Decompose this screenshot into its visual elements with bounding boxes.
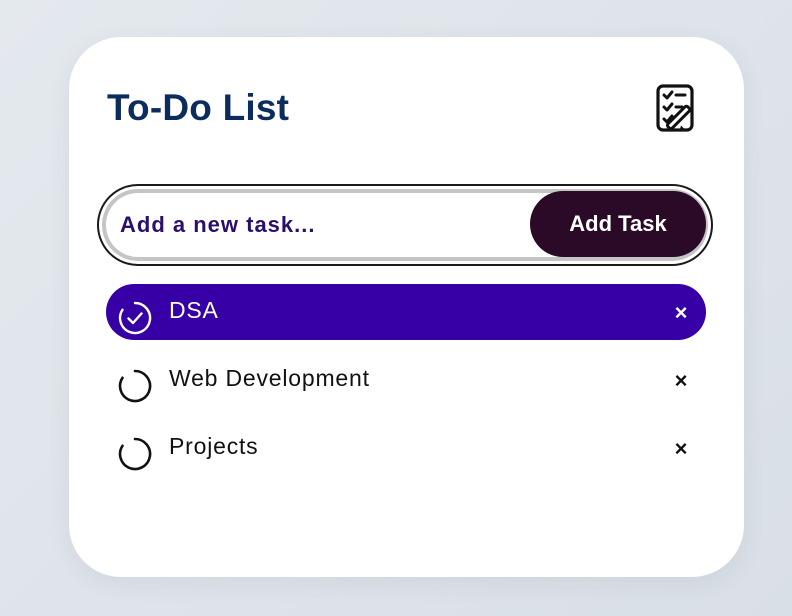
remove-task-icon[interactable]: × (670, 438, 692, 460)
empty-circle-icon[interactable] (117, 436, 153, 472)
remove-task-icon[interactable]: × (670, 302, 692, 324)
task-input-frame: Add Task (102, 189, 708, 261)
task-input[interactable] (120, 193, 520, 257)
task-label: DSA (169, 297, 219, 323)
checklist-pencil-icon (656, 84, 694, 132)
task-input-field: Add Task (106, 191, 706, 257)
task-item[interactable]: Web Development × (106, 352, 706, 408)
task-input-container: Add Task (97, 184, 713, 266)
add-task-button[interactable]: Add Task (530, 191, 706, 257)
task-item[interactable]: Projects × (106, 420, 706, 476)
page-title: To-Do List (107, 87, 290, 128)
empty-circle-icon[interactable] (117, 368, 153, 404)
task-label: Web Development (169, 365, 370, 391)
check-circle-icon[interactable] (117, 300, 153, 336)
todo-card: To-Do List Add Task DSA × (69, 37, 744, 577)
remove-task-icon[interactable]: × (670, 370, 692, 392)
task-label: Projects (169, 433, 259, 459)
task-item[interactable]: DSA × (106, 284, 706, 340)
task-list: DSA × Web Development × Projects × (106, 284, 706, 488)
